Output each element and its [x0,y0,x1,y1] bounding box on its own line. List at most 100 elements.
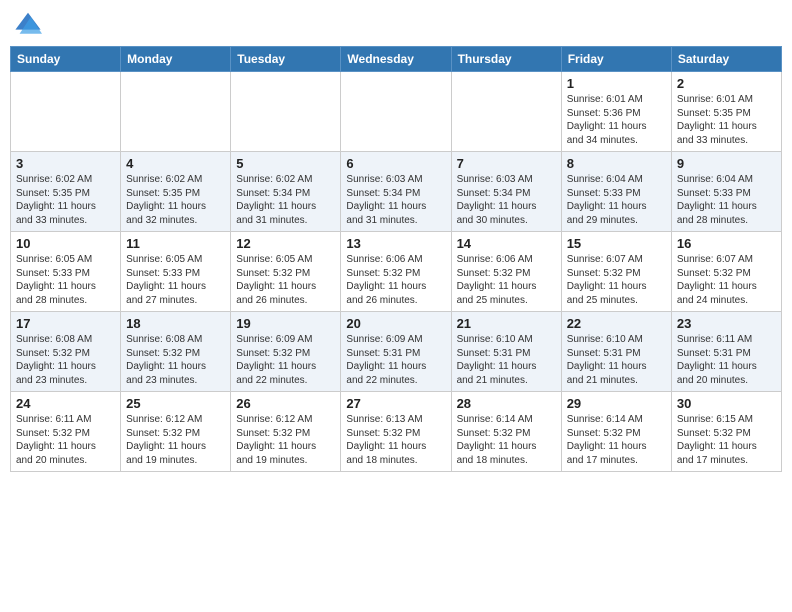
calendar-cell: 29 Sunrise: 6:14 AM Sunset: 5:32 PM Dayli… [561,392,671,472]
day-number: 11 [126,236,225,251]
weekday-header-tuesday: Tuesday [231,47,341,72]
calendar-header-row: SundayMondayTuesdayWednesdayThursdayFrid… [11,47,782,72]
day-info: Sunrise: 6:06 AM Sunset: 5:32 PM Dayligh… [346,253,445,307]
day-info: Sunrise: 6:14 AM Sunset: 5:32 PM Dayligh… [457,413,556,467]
calendar-table: SundayMondayTuesdayWednesdayThursdayFrid… [10,46,782,472]
calendar-cell: 15 Sunrise: 6:07 AM Sunset: 5:32 PM Dayli… [561,232,671,312]
day-number: 3 [16,156,115,171]
day-info: Sunrise: 6:03 AM Sunset: 5:34 PM Dayligh… [457,173,556,227]
day-number: 21 [457,316,556,331]
day-number: 26 [236,396,335,411]
calendar-cell: 25 Sunrise: 6:12 AM Sunset: 5:32 PM Dayli… [121,392,231,472]
calendar-cell: 27 Sunrise: 6:13 AM Sunset: 5:32 PM Dayli… [341,392,451,472]
day-info: Sunrise: 6:06 AM Sunset: 5:32 PM Dayligh… [457,253,556,307]
day-number: 2 [677,76,776,91]
calendar-cell: 3Sunrise: 6:02 AM Sunset: 5:35 PM Daylig… [11,152,121,232]
calendar-cell: 18 Sunrise: 6:08 AM Sunset: 5:32 PM Dayli… [121,312,231,392]
day-number: 1 [567,76,666,91]
day-number: 12 [236,236,335,251]
day-info: Sunrise: 6:03 AM Sunset: 5:34 PM Dayligh… [346,173,445,227]
day-number: 6 [346,156,445,171]
calendar-cell: 13 Sunrise: 6:06 AM Sunset: 5:32 PM Dayli… [341,232,451,312]
day-number: 22 [567,316,666,331]
calendar-cell [11,72,121,152]
calendar-cell [231,72,341,152]
day-number: 28 [457,396,556,411]
weekday-header-friday: Friday [561,47,671,72]
day-info: Sunrise: 6:09 AM Sunset: 5:32 PM Dayligh… [236,333,335,387]
calendar-cell: 30 Sunrise: 6:15 AM Sunset: 5:32 PM Dayli… [671,392,781,472]
day-number: 29 [567,396,666,411]
calendar-cell: 23Sunrise: 6:11 AM Sunset: 5:31 PM Dayli… [671,312,781,392]
calendar-cell: 24 Sunrise: 6:11 AM Sunset: 5:32 PM Dayli… [11,392,121,472]
calendar-cell [451,72,561,152]
day-number: 30 [677,396,776,411]
weekday-header-thursday: Thursday [451,47,561,72]
day-number: 13 [346,236,445,251]
day-number: 24 [16,396,115,411]
calendar-cell: 9 Sunrise: 6:04 AM Sunset: 5:33 PM Daylig… [671,152,781,232]
day-number: 15 [567,236,666,251]
day-info: Sunrise: 6:02 AM Sunset: 5:34 PM Dayligh… [236,173,335,227]
calendar-cell: 17 Sunrise: 6:08 AM Sunset: 5:32 PM Dayli… [11,312,121,392]
day-number: 7 [457,156,556,171]
day-info: Sunrise: 6:13 AM Sunset: 5:32 PM Dayligh… [346,413,445,467]
day-number: 25 [126,396,225,411]
calendar-cell: 28 Sunrise: 6:14 AM Sunset: 5:32 PM Dayli… [451,392,561,472]
day-info: Sunrise: 6:05 AM Sunset: 5:33 PM Dayligh… [126,253,225,307]
day-number: 5 [236,156,335,171]
day-info: Sunrise: 6:10 AM Sunset: 5:31 PM Dayligh… [567,333,666,387]
day-info: Sunrise: 6:09 AM Sunset: 5:31 PM Dayligh… [346,333,445,387]
day-number: 16 [677,236,776,251]
calendar-cell: 14 Sunrise: 6:06 AM Sunset: 5:32 PM Dayli… [451,232,561,312]
calendar-cell [341,72,451,152]
calendar-cell: 11 Sunrise: 6:05 AM Sunset: 5:33 PM Dayli… [121,232,231,312]
calendar-cell: 6 Sunrise: 6:03 AM Sunset: 5:34 PM Daylig… [341,152,451,232]
weekday-header-monday: Monday [121,47,231,72]
day-info: Sunrise: 6:08 AM Sunset: 5:32 PM Dayligh… [16,333,115,387]
day-info: Sunrise: 6:02 AM Sunset: 5:35 PM Dayligh… [126,173,225,227]
day-info: Sunrise: 6:07 AM Sunset: 5:32 PM Dayligh… [677,253,776,307]
day-info: Sunrise: 6:07 AM Sunset: 5:32 PM Dayligh… [567,253,666,307]
day-number: 19 [236,316,335,331]
day-info: Sunrise: 6:01 AM Sunset: 5:36 PM Dayligh… [567,93,666,147]
day-number: 18 [126,316,225,331]
day-info: Sunrise: 6:04 AM Sunset: 5:33 PM Dayligh… [677,173,776,227]
week-row-5: 24 Sunrise: 6:11 AM Sunset: 5:32 PM Dayli… [11,392,782,472]
logo [14,10,44,38]
calendar-cell: 20 Sunrise: 6:09 AM Sunset: 5:31 PM Dayli… [341,312,451,392]
week-row-1: 1 Sunrise: 6:01 AM Sunset: 5:36 PM Daylig… [11,72,782,152]
day-number: 27 [346,396,445,411]
page-header [10,10,782,38]
day-info: Sunrise: 6:05 AM Sunset: 5:33 PM Dayligh… [16,253,115,307]
calendar-cell: 10 Sunrise: 6:05 AM Sunset: 5:33 PM Dayli… [11,232,121,312]
day-info: Sunrise: 6:08 AM Sunset: 5:32 PM Dayligh… [126,333,225,387]
day-info: Sunrise: 6:10 AM Sunset: 5:31 PM Dayligh… [457,333,556,387]
calendar-cell [121,72,231,152]
week-row-4: 17 Sunrise: 6:08 AM Sunset: 5:32 PM Dayli… [11,312,782,392]
day-info: Sunrise: 6:05 AM Sunset: 5:32 PM Dayligh… [236,253,335,307]
day-info: Sunrise: 6:01 AM Sunset: 5:35 PM Dayligh… [677,93,776,147]
day-info: Sunrise: 6:12 AM Sunset: 5:32 PM Dayligh… [236,413,335,467]
week-row-2: 3 Sunrise: 6:02 AM Sunset: 5:35 PM Daylig… [11,152,782,232]
calendar-cell: 2 Sunrise: 6:01 AM Sunset: 5:35 PM Daylig… [671,72,781,152]
day-info: Sunrise: 6:15 AM Sunset: 5:32 PM Dayligh… [677,413,776,467]
day-number: 23 [677,316,776,331]
day-number: 14 [457,236,556,251]
day-number: 8 [567,156,666,171]
calendar-cell: 1 Sunrise: 6:01 AM Sunset: 5:36 PM Daylig… [561,72,671,152]
calendar-cell: 12 Sunrise: 6:05 AM Sunset: 5:32 PM Dayli… [231,232,341,312]
logo-icon [14,10,42,38]
calendar-cell: 7 Sunrise: 6:03 AM Sunset: 5:34 PM Daylig… [451,152,561,232]
day-info: Sunrise: 6:14 AM Sunset: 5:32 PM Dayligh… [567,413,666,467]
day-number: 10 [16,236,115,251]
day-number: 20 [346,316,445,331]
day-info: Sunrise: 6:11 AM Sunset: 5:32 PM Dayligh… [16,413,115,467]
calendar-cell: 5 Sunrise: 6:02 AM Sunset: 5:34 PM Daylig… [231,152,341,232]
weekday-header-saturday: Saturday [671,47,781,72]
weekday-header-sunday: Sunday [11,47,121,72]
calendar-cell: 22 Sunrise: 6:10 AM Sunset: 5:31 PM Dayli… [561,312,671,392]
day-number: 17 [16,316,115,331]
day-info: Sunrise: 6:12 AM Sunset: 5:32 PM Dayligh… [126,413,225,467]
day-number: 9 [677,156,776,171]
